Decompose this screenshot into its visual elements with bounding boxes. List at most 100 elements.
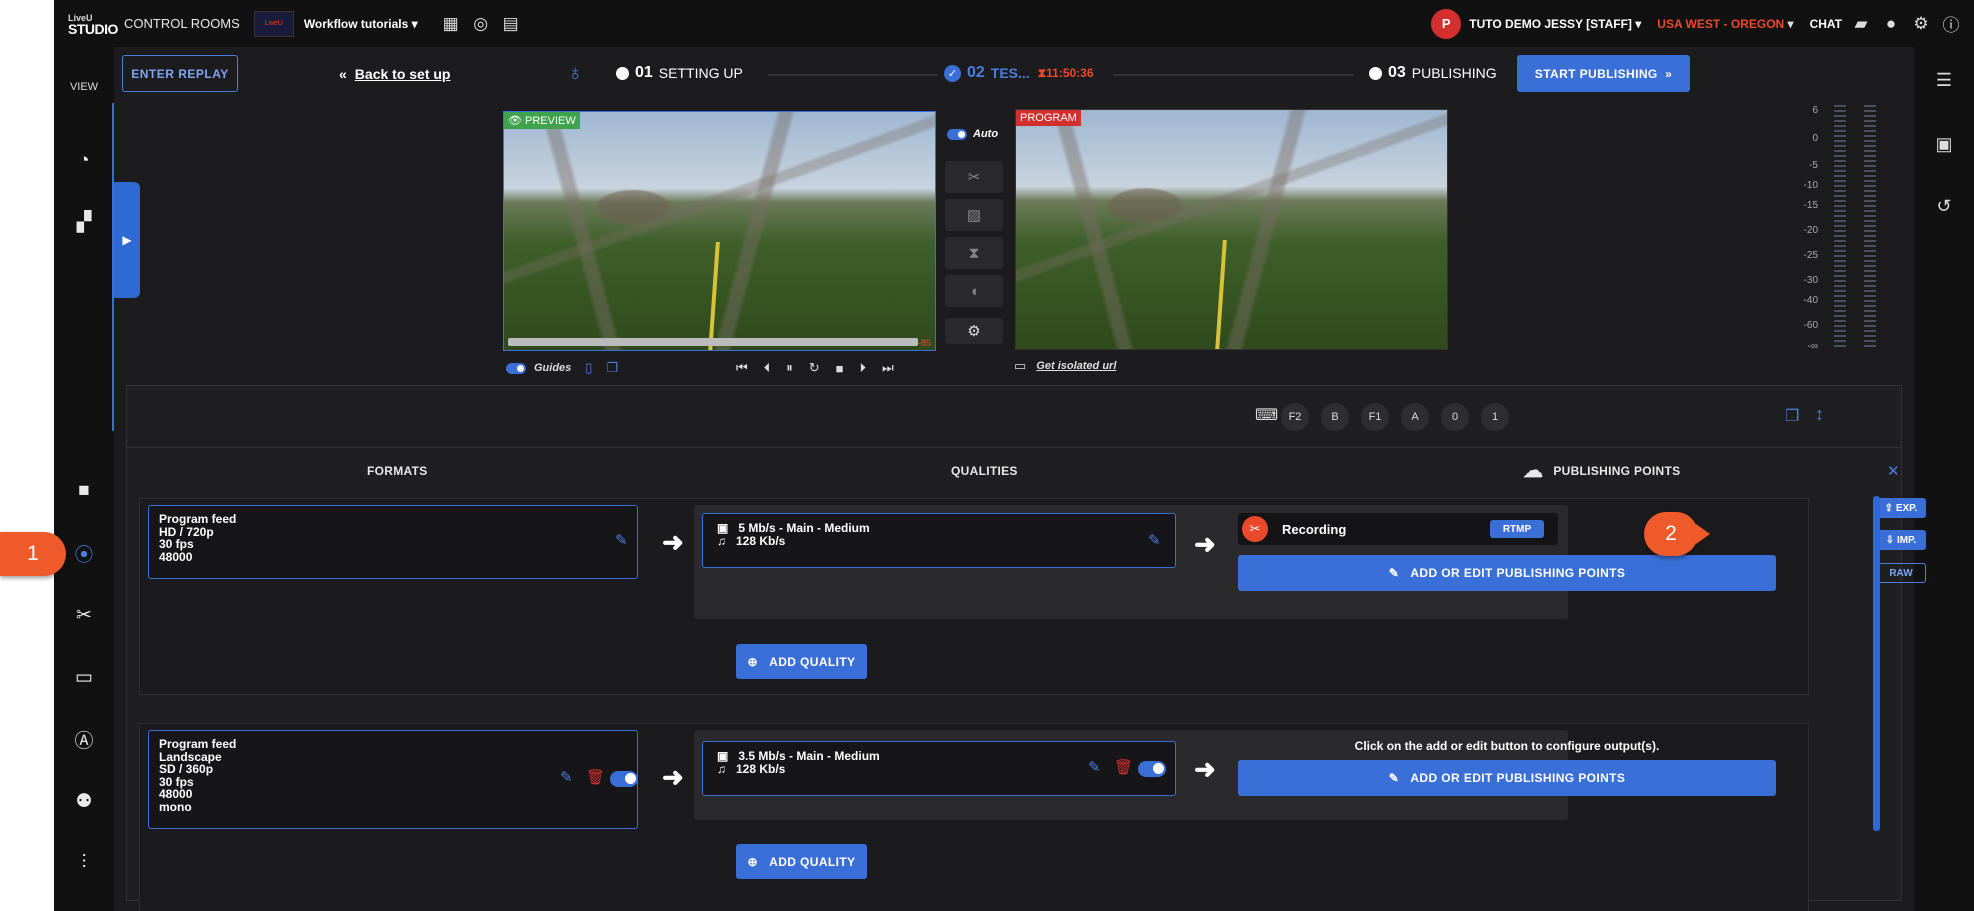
edit-format-pencil-icon[interactable]: ✎ xyxy=(560,768,573,786)
chat-link[interactable]: CHAT xyxy=(1810,17,1842,31)
avatar[interactable]: P xyxy=(1431,8,1462,39)
auto-toggle[interactable]: Auto xyxy=(947,128,998,140)
dashboard-gauge-icon[interactable]: ◔ xyxy=(54,147,114,175)
add-edit-label: ADD OR EDIT PUBLISHING POINTS xyxy=(1410,771,1626,785)
pencil-icon: ✎ xyxy=(1388,566,1400,580)
step-03[interactable]: 03 PUBLISHING xyxy=(1369,64,1497,82)
delete-trash-icon[interactable]: 🗑 xyxy=(586,768,605,786)
gear-icon[interactable]: ⚙ xyxy=(1910,13,1932,35)
add-edit-publishing-points-button-2[interactable]: ✎ ADD OR EDIT PUBLISHING POINTS xyxy=(1238,760,1776,796)
add-edit-publishing-points-button-1[interactable]: ✎ ADD OR EDIT PUBLISHING POINTS xyxy=(1238,555,1776,591)
hourglass-transition-button[interactable]: ⧗ xyxy=(945,237,1003,269)
shortcut-key-button[interactable]: F2 xyxy=(1281,403,1309,431)
recording-label: Recording xyxy=(1282,521,1347,537)
mixer-sliders-icon[interactable]: ⫶ xyxy=(54,849,114,877)
skip-start-icon[interactable]: ⏮ xyxy=(736,360,748,376)
shortcut-key-button[interactable]: A xyxy=(1401,403,1429,431)
camera-icon[interactable]: ■ xyxy=(54,477,114,505)
info-icon[interactable]: ⓘ xyxy=(1940,13,1962,35)
wipe-transition-button[interactable]: ▨ xyxy=(945,199,1003,231)
isolated-url-row: ▭ Get isolated url xyxy=(1014,358,1116,374)
close-icon[interactable]: ✕ xyxy=(1887,462,1900,480)
region-selector[interactable]: USA WEST - OREGON ▾ xyxy=(1657,17,1793,31)
resize-vertical-icon[interactable]: ↕ xyxy=(1815,404,1824,425)
quality-toggle-switch[interactable] xyxy=(1138,760,1166,777)
grid-layout-icon[interactable]: ▞ xyxy=(54,208,114,236)
shortcut-key-button[interactable]: 0 xyxy=(1441,403,1469,431)
transition-settings-button[interactable]: ⚙ xyxy=(945,318,1003,344)
start-publishing-button[interactable]: START PUBLISHING » xyxy=(1517,55,1690,92)
duplicate-icon[interactable]: ❐ xyxy=(1785,406,1799,426)
recording-publishing-point[interactable]: ✂ Recording RTMP xyxy=(1238,513,1558,545)
video-image-icon: ▣ xyxy=(717,521,729,535)
step-03-dot xyxy=(1369,66,1382,80)
edit-quality-pencil-icon[interactable]: ✎ xyxy=(1148,531,1161,549)
plus-circle-icon: ⊕ xyxy=(747,654,758,669)
preview-scrub-bar[interactable] xyxy=(508,338,918,346)
vu-scale-label: -10 xyxy=(1803,180,1818,191)
text-graphics-icon[interactable]: Ⓐ xyxy=(54,725,114,753)
step-timer: ⧗11:50:36 xyxy=(1037,65,1094,80)
export-button[interactable]: ⇪ EXP. xyxy=(1876,498,1926,518)
calendar-icon[interactable]: ▦ xyxy=(440,13,462,35)
quality-audio-spec: 128 Kb/s xyxy=(736,761,786,776)
lightbulb-icon[interactable]: ♁ xyxy=(567,60,584,86)
video-image-icon: ▣ xyxy=(717,749,729,763)
shortcut-key-button[interactable]: F1 xyxy=(1361,403,1389,431)
step-02[interactable]: ✓ 02 TES... ⧗11:50:36 xyxy=(944,64,1094,82)
user-menu[interactable]: TUTO DEMO JESSY [STAFF] ▾ xyxy=(1469,17,1641,31)
format-enabled-toggle[interactable] xyxy=(610,770,638,788)
program-monitor: PROGRAM xyxy=(1015,109,1448,350)
auto-switch[interactable] xyxy=(947,128,967,140)
quality-card-1[interactable]: ▣ 5 Mb/s - Main - Medium ♫ 128 Kb/s xyxy=(702,513,1176,568)
quality-card-2[interactable]: ▣ 3.5 Mb/s - Main - Medium ♫ 128 Kb/s xyxy=(702,741,1176,796)
get-isolated-url-link[interactable]: Get isolated url xyxy=(1036,360,1116,372)
loop-icon[interactable]: ↻ xyxy=(809,360,820,376)
notes-list-icon[interactable]: ☰ xyxy=(1914,66,1974,94)
skip-end-icon[interactable]: ⏭ xyxy=(882,360,894,376)
scissors-icon[interactable]: ✂ xyxy=(54,601,114,629)
shortcut-key-button[interactable]: 1 xyxy=(1481,403,1509,431)
users-group-icon[interactable]: ⚉ xyxy=(54,787,114,815)
control-rooms-link[interactable]: CONTROL ROOMS xyxy=(124,16,240,31)
chat-bubble-icon[interactable]: ▰ xyxy=(1850,13,1872,35)
cut-transition-button[interactable]: ✂ xyxy=(945,161,1003,193)
delete-quality-trash-icon[interactable]: 🗑 xyxy=(1114,758,1133,776)
help-lifebuoy-icon[interactable]: ◎ xyxy=(470,13,492,35)
user-icon[interactable]: ● xyxy=(1880,13,1902,35)
panel-scrollbar[interactable] xyxy=(1873,496,1880,831)
format-toggle-switch[interactable] xyxy=(610,770,638,787)
edit-format-pencil-icon[interactable]: ✎ xyxy=(615,531,628,549)
copy-icon[interactable]: ❐ xyxy=(606,360,618,376)
step-forward-icon[interactable]: ⏵ xyxy=(859,360,866,376)
raw-button[interactable]: RAW xyxy=(1876,563,1926,583)
media-file-icon[interactable]: ▣ xyxy=(1914,130,1974,158)
back-to-setup-link[interactable]: « Back to set up xyxy=(339,66,451,82)
guides-switch[interactable] xyxy=(506,362,526,374)
layout-icon[interactable]: ▤ xyxy=(500,13,522,35)
liveu-studio-logo[interactable]: LiveU STUDIO xyxy=(54,0,118,47)
keyboard-icon[interactable]: ⌨ xyxy=(1255,405,1278,425)
format-card-1[interactable]: Program feed HD / 720p 30 fps 48000 xyxy=(148,505,638,579)
preview-monitor[interactable]: 👁 PREVIEW -85 xyxy=(503,111,936,351)
step-back-icon[interactable]: ⏴ xyxy=(764,360,771,376)
expand-panel-toggle[interactable]: ▶ xyxy=(114,182,140,298)
enter-replay-button[interactable]: ENTER REPLAY xyxy=(122,55,238,92)
shortcut-key-button[interactable]: B xyxy=(1321,403,1349,431)
add-quality-button-1[interactable]: ⊕ ADD QUALITY xyxy=(736,644,867,679)
hourglass-icon: ⧗ xyxy=(968,244,980,262)
step-01-dot xyxy=(616,66,629,80)
undo-history-icon[interactable]: ↺ xyxy=(1914,192,1974,220)
subtitles-icon[interactable]: ▭ xyxy=(54,663,114,691)
rtmp-badge[interactable]: RTMP xyxy=(1490,520,1544,538)
stop-icon[interactable]: ■ xyxy=(836,361,844,376)
mobile-icon[interactable]: ▯ xyxy=(585,360,592,376)
import-button[interactable]: ⇩ IMP. xyxy=(1876,530,1926,550)
workflow-selector[interactable]: Workflow tutorials ▾ xyxy=(304,17,418,31)
add-quality-button-2[interactable]: ⊕ ADD QUALITY xyxy=(736,844,867,879)
pause-icon[interactable]: ⏸ xyxy=(786,360,793,376)
quality-enabled-toggle[interactable] xyxy=(1138,760,1166,778)
audio-transition-button[interactable]: ◖ xyxy=(945,275,1003,307)
step-01[interactable]: 01 SETTING UP xyxy=(616,64,743,82)
edit-quality-pencil-icon[interactable]: ✎ xyxy=(1088,758,1101,776)
